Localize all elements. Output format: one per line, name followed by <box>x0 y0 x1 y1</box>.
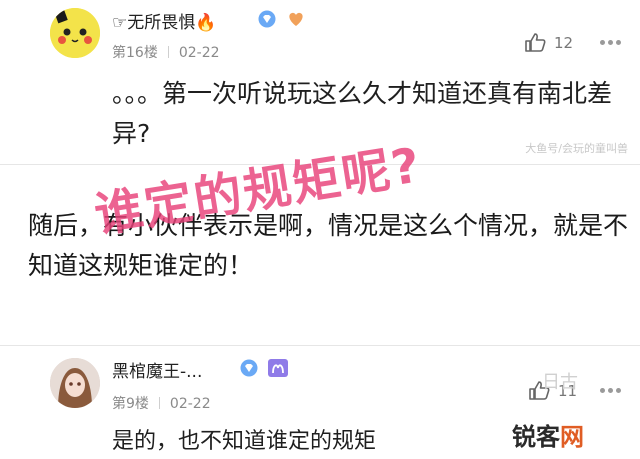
more-icon[interactable] <box>600 388 621 394</box>
user-avatar[interactable] <box>50 8 100 58</box>
like-button[interactable]: 12 <box>524 32 573 52</box>
thumb-up-icon <box>525 33 546 52</box>
diamond-badge-icon <box>258 10 276 28</box>
diamond-badge-icon <box>240 359 258 377</box>
aries-badge-icon <box>268 359 288 377</box>
floor-label: 第16楼 <box>112 45 158 61</box>
brand-text: 锐客网 <box>512 417 584 452</box>
avatar-anime-girl-icon <box>50 358 100 408</box>
avatar-pikachu-icon <box>50 8 100 58</box>
floor-label: 第9楼 <box>112 396 149 412</box>
user-avatar[interactable] <box>50 358 100 408</box>
username[interactable]: ☞无所畏惧🔥 <box>112 8 216 33</box>
date-label: 02-22 <box>178 45 220 61</box>
watermark: 日古 <box>542 372 578 393</box>
comment-meta: 第9楼 02-22 <box>112 393 211 413</box>
brand-part1: 锐客 <box>512 422 560 451</box>
comment-text: 是的，也不知道谁定的规矩 <box>112 429 377 454</box>
divider <box>167 46 169 58</box>
site-logo: 日古 锐客网 <box>512 372 584 452</box>
more-icon[interactable] <box>600 40 621 46</box>
watermark: 大鱼号/会玩的童叫兽 <box>525 142 628 155</box>
like-count: 12 <box>554 34 574 52</box>
divider <box>158 397 160 409</box>
heart-badge-icon <box>289 12 303 26</box>
username[interactable]: 黑棺魔王-... <box>112 357 202 382</box>
date-label: 02-22 <box>169 396 211 412</box>
comment-meta: 第16楼 02-22 <box>112 42 220 62</box>
brand-part2: 网 <box>560 422 584 451</box>
